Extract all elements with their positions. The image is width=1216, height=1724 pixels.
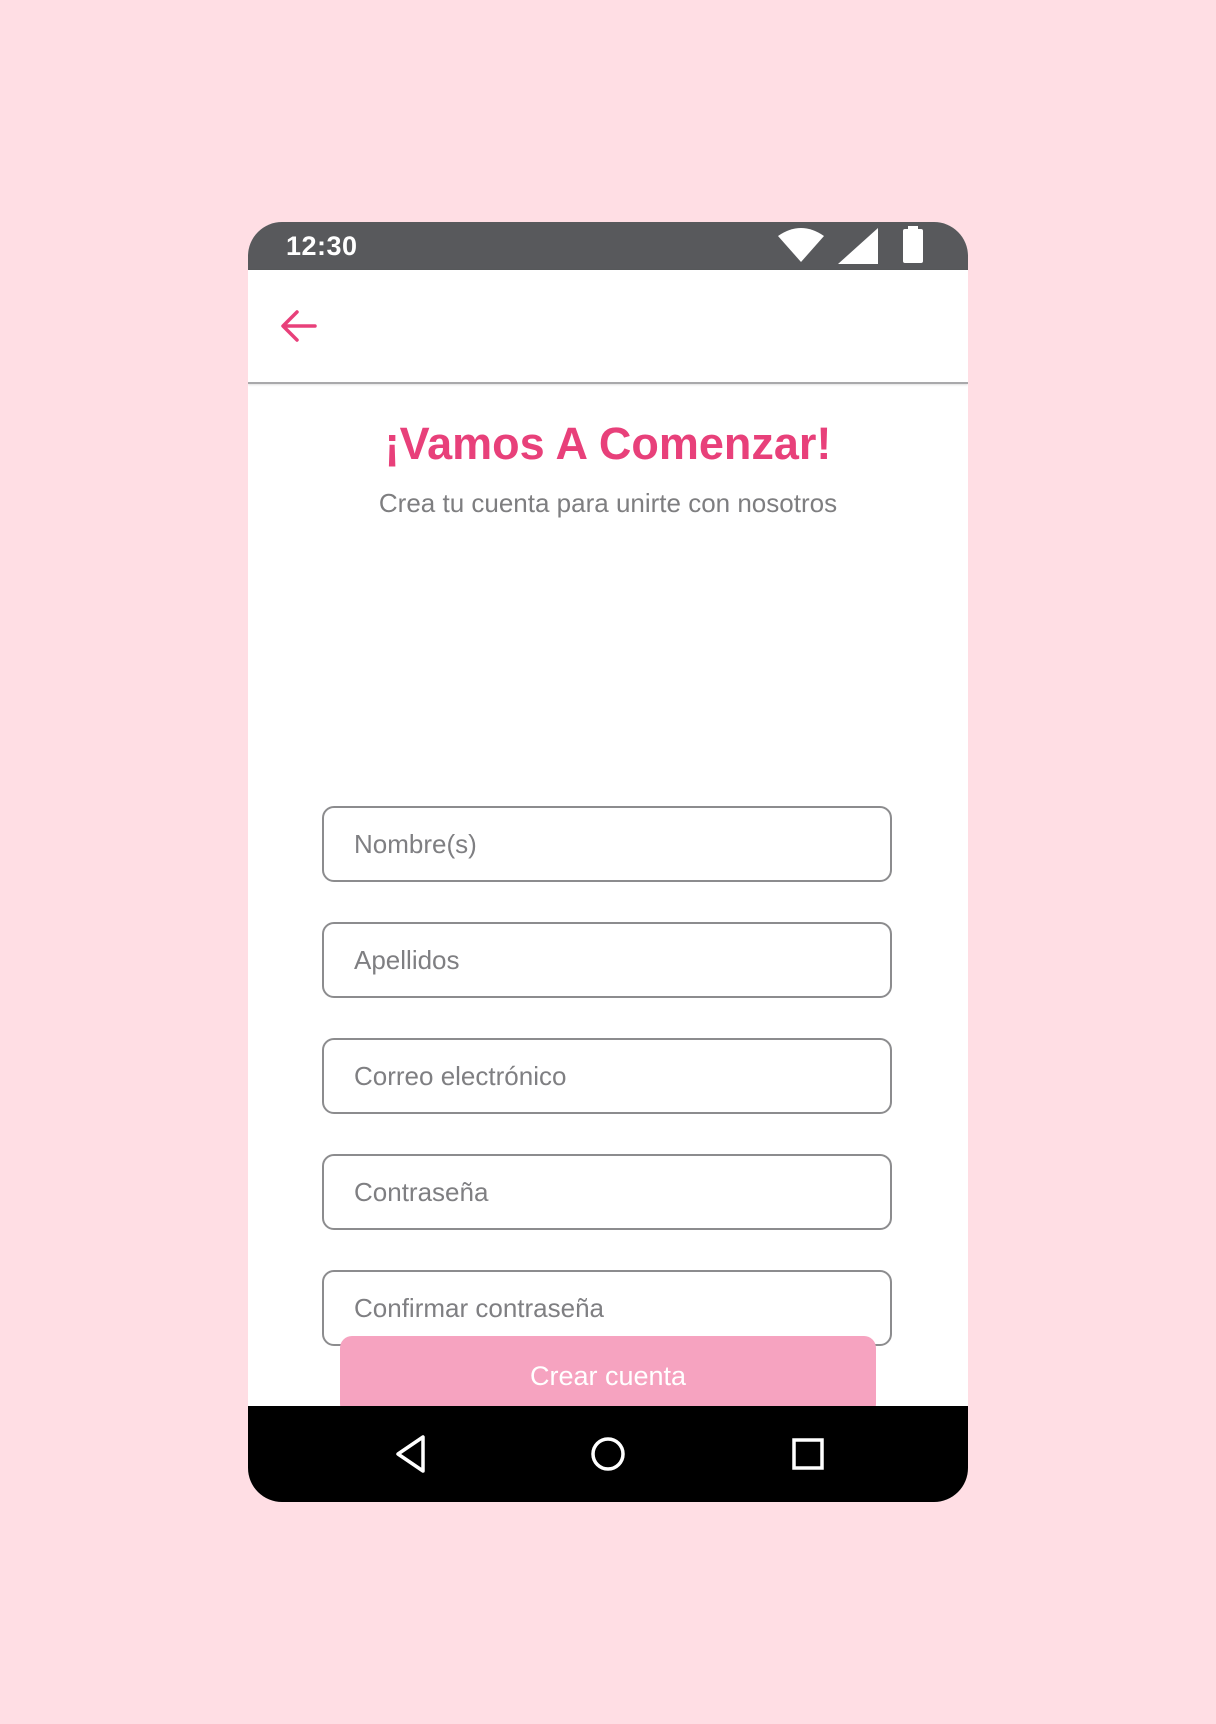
page-subtitle: Crea tu cuenta para unirte con nosotros xyxy=(378,488,838,518)
page-title: ¡Vamos A Comenzar! xyxy=(384,418,832,469)
phone-frame: 12:30 ¡Vamos A Comenzar! Crea tu cuenta … xyxy=(248,222,968,1502)
back-triangle-icon xyxy=(396,1435,425,1473)
status-time: 12:30 xyxy=(286,231,358,261)
app-bar xyxy=(248,270,968,384)
arrow-left-icon xyxy=(281,310,317,342)
create-account-button[interactable]: Crear cuenta xyxy=(340,1336,876,1416)
status-bar: 12:30 xyxy=(248,222,968,270)
wifi-icon xyxy=(778,228,824,267)
nav-home-button[interactable] xyxy=(586,1432,630,1476)
first-name-field[interactable] xyxy=(322,806,892,882)
nav-back-button[interactable] xyxy=(390,1432,434,1476)
recents-square-icon xyxy=(792,1438,824,1470)
signal-icon xyxy=(838,228,878,269)
system-nav-bar xyxy=(248,1406,968,1502)
nav-recents-button[interactable] xyxy=(786,1432,830,1476)
password-field[interactable] xyxy=(322,1154,892,1230)
back-button[interactable] xyxy=(278,306,326,346)
last-name-field[interactable] xyxy=(322,922,892,998)
signup-form-area: ¡Vamos A Comenzar! Crea tu cuenta para u… xyxy=(248,384,968,1502)
home-circle-icon xyxy=(591,1437,625,1471)
battery-icon xyxy=(902,226,924,269)
email-field[interactable] xyxy=(322,1038,892,1114)
confirm-password-field[interactable] xyxy=(322,1270,892,1346)
